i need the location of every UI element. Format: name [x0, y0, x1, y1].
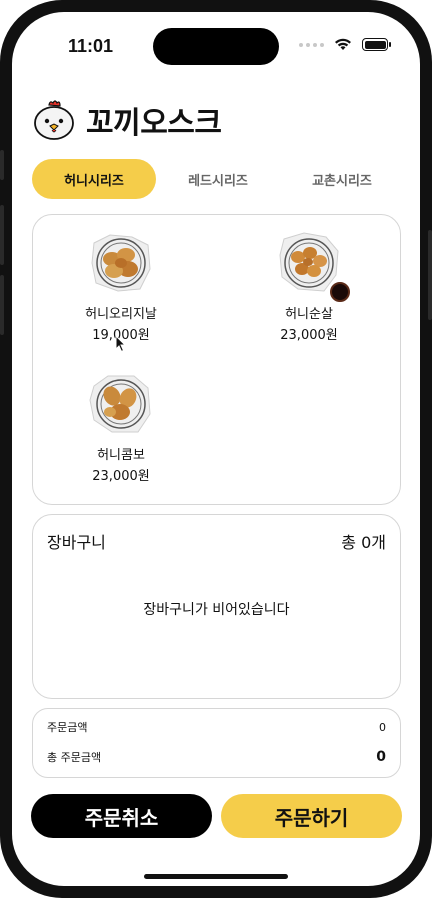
mouse-cursor-icon	[115, 335, 127, 353]
side-button	[0, 205, 4, 265]
cancel-order-button[interactable]: 주문취소	[31, 794, 212, 838]
menu-item-name: 허니콤보	[97, 448, 145, 463]
signal-icon	[299, 42, 324, 47]
status-icons	[299, 38, 391, 51]
chicken-image	[89, 375, 151, 433]
menu-item-honey-original[interactable]: 허니오리지날 19,000원	[41, 229, 201, 343]
place-order-button[interactable]: 주문하기	[221, 794, 402, 838]
cart-count: 총 0개	[341, 533, 386, 552]
menu-item-price: 23,000원	[92, 469, 150, 484]
app-title: 꼬끼오스크	[86, 106, 222, 141]
side-button	[0, 150, 4, 180]
cart-empty-message: 장바구니가 비어있습니다	[143, 602, 290, 618]
total-amount-value: 0	[376, 749, 386, 765]
series-tabs: 허니시리즈 레드시리즈 교촌시리즈	[32, 159, 404, 199]
menu-item-honey-combo[interactable]: 허니콤보 23,000원	[41, 370, 201, 484]
side-button	[0, 275, 4, 335]
chicken-logo-icon	[34, 100, 74, 140]
menu-panel: 허니오리지날 19,000원 허니순살 23,000원 허니콤보 23,000원	[32, 214, 401, 505]
order-summary: 주문금액 0 총 주문금액 0	[32, 708, 401, 778]
menu-item-honey-boneless[interactable]: 허니순살 23,000원	[229, 229, 389, 343]
menu-item-price: 23,000원	[280, 328, 338, 343]
status-bar: 11:01	[12, 12, 420, 72]
chicken-image	[91, 234, 151, 292]
status-time: 11:01	[68, 36, 114, 56]
menu-item-name: 허니순살	[285, 307, 333, 322]
wifi-icon	[335, 38, 351, 50]
screen: 11:01 꼬끼오스크 허니시리즈 레드시리즈 교촌시리즈 허니오리지날 19,…	[12, 12, 420, 886]
cart-title: 장바구니	[47, 533, 106, 552]
dark-circle-marker	[330, 282, 350, 302]
home-indicator[interactable]	[144, 874, 288, 879]
menu-item-name: 허니오리지날	[85, 307, 157, 322]
tab-honey-series[interactable]: 허니시리즈	[32, 159, 156, 199]
tab-red-series[interactable]: 레드시리즈	[156, 159, 280, 199]
side-button	[428, 230, 432, 320]
total-amount-row: 총 주문금액 0	[47, 749, 386, 765]
order-amount-value: 0	[379, 720, 386, 734]
order-amount-row: 주문금액 0	[47, 719, 386, 735]
order-amount-label: 주문금액	[47, 721, 88, 734]
dynamic-island	[153, 28, 279, 65]
tab-kyochon-series[interactable]: 교촌시리즈	[280, 159, 404, 199]
cart-panel: 장바구니 총 0개 장바구니가 비어있습니다	[32, 514, 401, 699]
battery-icon	[362, 38, 391, 51]
total-amount-label: 총 주문금액	[47, 751, 102, 764]
app-header: 꼬끼오스크	[32, 98, 222, 142]
